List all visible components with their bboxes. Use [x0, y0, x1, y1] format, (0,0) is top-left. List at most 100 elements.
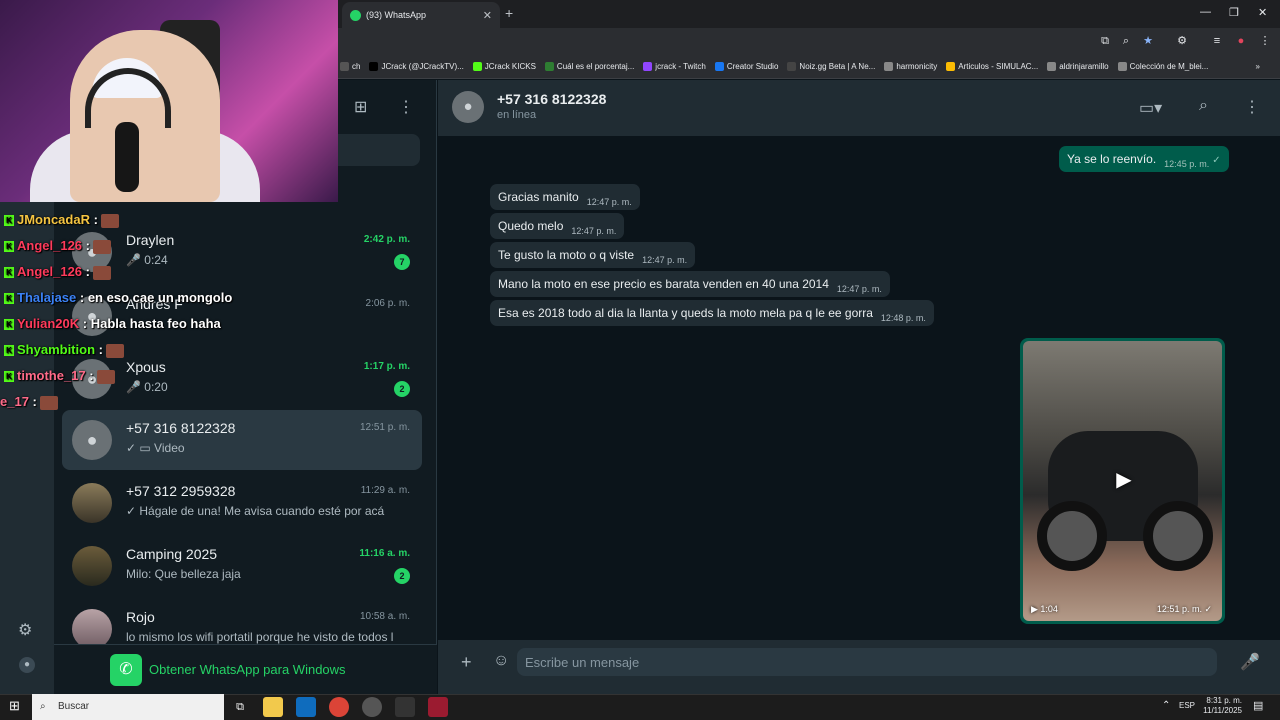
app-icon[interactable] — [362, 697, 382, 717]
bookmark-item[interactable]: harmonicity — [884, 62, 937, 71]
sent-check-icon: ✓ — [1212, 155, 1221, 166]
chat-time: 2:42 p. m. — [363, 234, 410, 245]
app-icon[interactable] — [428, 697, 448, 717]
twitch-icon — [643, 62, 653, 71]
stream-chat-line: e_17 : — [0, 394, 58, 410]
search-icon[interactable]: ⌕ — [1199, 97, 1208, 115]
attach-plus-icon[interactable]: + — [461, 652, 472, 673]
extensions-icon[interactable]: ⚙ — [1175, 34, 1189, 48]
chat-name: Xpous — [126, 359, 166, 375]
sticker-icon[interactable]: ☺ — [493, 652, 509, 670]
avatar — [72, 483, 112, 523]
chat-list-item-selected[interactable]: ● +57 316 8122328 12:51 p. m. ✓ ▭ Video — [62, 410, 422, 470]
bookmark-favicon-icon — [946, 62, 956, 71]
bookmark-item[interactable]: Articulos - SIMULAC... — [946, 62, 1038, 71]
video-thumbnail[interactable]: ▶ ▶ 1:04 12:51 p. m. ✓ — [1023, 341, 1222, 621]
video-duration: ▶ 1:04 — [1031, 604, 1058, 614]
taskbar-clock[interactable]: 8:31 p. m. 11/11/2025 — [1203, 696, 1242, 716]
close-tab-icon[interactable]: ✕ — [483, 9, 492, 22]
tray-chevron-icon[interactable]: ⌃ — [1162, 700, 1170, 711]
chat-list-item[interactable]: Rojo 10:58 a. m. lo mismo los wifi porta… — [62, 599, 422, 644]
new-tab-button[interactable]: + — [505, 5, 513, 21]
chat-list-item[interactable]: +57 312 2959328 11:29 a. m. ✓ Hágale de … — [62, 473, 422, 533]
facebook-icon — [714, 62, 724, 71]
message-bubble-incoming[interactable]: Quedo melo 12:47 p. m. — [490, 213, 625, 239]
install-app-icon[interactable]: ⧉ — [1098, 34, 1112, 48]
bookmark-item[interactable]: Noiz.gg Beta | A Ne... — [787, 62, 875, 71]
chat-preview: Milo: Que belleza jaja — [126, 567, 241, 581]
bookmark-item[interactable]: aldrinjaramillo — [1047, 62, 1109, 71]
stream-chat-line: K Angel_126 : — [4, 264, 111, 280]
task-view-icon[interactable]: ⧉ — [230, 697, 250, 717]
sidebar-menu-icon[interactable]: ⋮ — [398, 97, 414, 117]
minimize-icon[interactable]: — — [1200, 6, 1211, 18]
message-bubble-incoming[interactable]: Te gusto la moto o q viste 12:47 p. m. — [490, 242, 696, 268]
stream-chat-line: K JMoncadaR : — [4, 212, 119, 228]
bookmark-item[interactable]: Creator Studio — [714, 62, 778, 71]
message-input[interactable] — [517, 648, 1217, 676]
tab-whatsapp[interactable]: (93) WhatsApp ✕ — [342, 2, 500, 28]
chat-list-item[interactable]: Camping 2025 11:16 a. m. Milo: Que belle… — [62, 536, 422, 596]
contact-name[interactable]: +57 316 8122328 — [497, 91, 606, 107]
chat-name: Draylen — [126, 232, 175, 248]
notifications-icon[interactable]: ▤ — [1253, 699, 1263, 712]
video-message[interactable]: ▶ ▶ 1:04 12:51 p. m. ✓ — [1020, 338, 1225, 624]
video-timestamp: 12:51 p. m. ✓ — [1156, 604, 1212, 614]
stream-chat-line: K Angel_126 : — [4, 238, 111, 254]
bookmark-star-icon[interactable]: ★ — [1141, 34, 1155, 48]
microphone-icon[interactable]: 🎤 — [1240, 652, 1260, 672]
browser-menu-icon[interactable]: ⋮ — [1258, 34, 1272, 48]
unread-badge: 7 — [394, 254, 410, 270]
folder-icon — [1047, 62, 1057, 71]
bookmark-favicon-icon — [787, 62, 797, 71]
profile-avatar-icon[interactable]: ● — [19, 657, 35, 673]
zoom-icon[interactable]: ⌕ — [1119, 34, 1133, 48]
unread-badge: 2 — [394, 381, 410, 397]
app-icon[interactable] — [395, 697, 415, 717]
profile-icon[interactable]: ● — [1234, 34, 1248, 48]
language-indicator[interactable]: ESP — [1179, 701, 1195, 710]
kick-icon — [472, 62, 482, 71]
chat-preview: lo mismo los wifi portatil porque he vis… — [126, 630, 394, 644]
x-icon — [369, 62, 379, 71]
more-bookmarks-button[interactable]: » — [1256, 62, 1260, 71]
bookmark-item[interactable]: JCrack KICKS — [472, 62, 536, 71]
contact-avatar[interactable]: ● — [452, 91, 484, 123]
message-bubble-outgoing[interactable]: Ya se lo reenvío. 12:45 p. m. ✓ — [1059, 146, 1229, 172]
bookmark-item[interactable]: Cuál es el porcentaj... — [544, 62, 634, 71]
chat-list-item[interactable]: ● Draylen 2:42 p. m. 🎤 0:24 7 — [62, 222, 422, 282]
chat-time: 2:06 p. m. — [365, 298, 410, 309]
video-call-icon[interactable]: ▭▾ — [1139, 98, 1162, 118]
message-bubble-incoming[interactable]: Gracias manito 12:47 p. m. — [490, 184, 640, 210]
chrome-icon[interactable] — [329, 697, 349, 717]
stream-chat-line: K Thalajase : en eso cae un mongolo — [4, 290, 232, 305]
play-icon[interactable]: ▶ — [1111, 467, 1137, 493]
person-icon: ● — [72, 420, 112, 460]
outlook-icon[interactable] — [296, 697, 316, 717]
chat-preview: 🎤 0:24 — [126, 253, 168, 267]
whatsapp-logo-icon: ✆ — [110, 654, 142, 686]
media-icon[interactable]: ≡ — [1210, 34, 1224, 48]
contact-status: en línea — [497, 109, 537, 121]
settings-gear-icon[interactable]: ⚙ — [18, 620, 32, 640]
close-window-icon[interactable]: ✕ — [1258, 6, 1267, 19]
bookmark-item[interactable]: ch — [340, 62, 360, 71]
folder-icon — [884, 62, 894, 71]
avatar — [72, 609, 112, 644]
tab-title: (93) WhatsApp — [366, 10, 427, 20]
new-chat-icon[interactable]: ⊞ — [354, 97, 367, 117]
video-camera-icon: ▶ — [1031, 604, 1041, 614]
bookmark-item[interactable]: Colección de M_blei... — [1117, 62, 1208, 71]
taskbar-search-input[interactable]: ⌕ Buscar — [32, 694, 224, 720]
get-whatsapp-banner[interactable]: ✆ Obtener WhatsApp para Windows — [54, 644, 437, 694]
windows-start-icon[interactable]: ⊞ — [9, 699, 23, 713]
message-bubble-incoming[interactable]: Esa es 2018 todo al dia la llanta y qued… — [490, 300, 934, 326]
chat-menu-icon[interactable]: ⋮ — [1244, 97, 1260, 117]
bookmark-item[interactable]: JCrack (@JCrackTV)... — [369, 62, 464, 71]
restore-icon[interactable]: ❐ — [1229, 6, 1239, 19]
file-explorer-icon[interactable] — [263, 697, 283, 717]
chat-list-item[interactable]: ● Xpous 1:17 p. m. 🎤 0:20 2 — [62, 349, 422, 409]
message-bubble-incoming[interactable]: Mano la moto en ese precio es barata ven… — [490, 271, 890, 297]
whatsapp-icon — [350, 9, 361, 21]
bookmark-item[interactable]: jcrack - Twitch — [643, 62, 706, 71]
